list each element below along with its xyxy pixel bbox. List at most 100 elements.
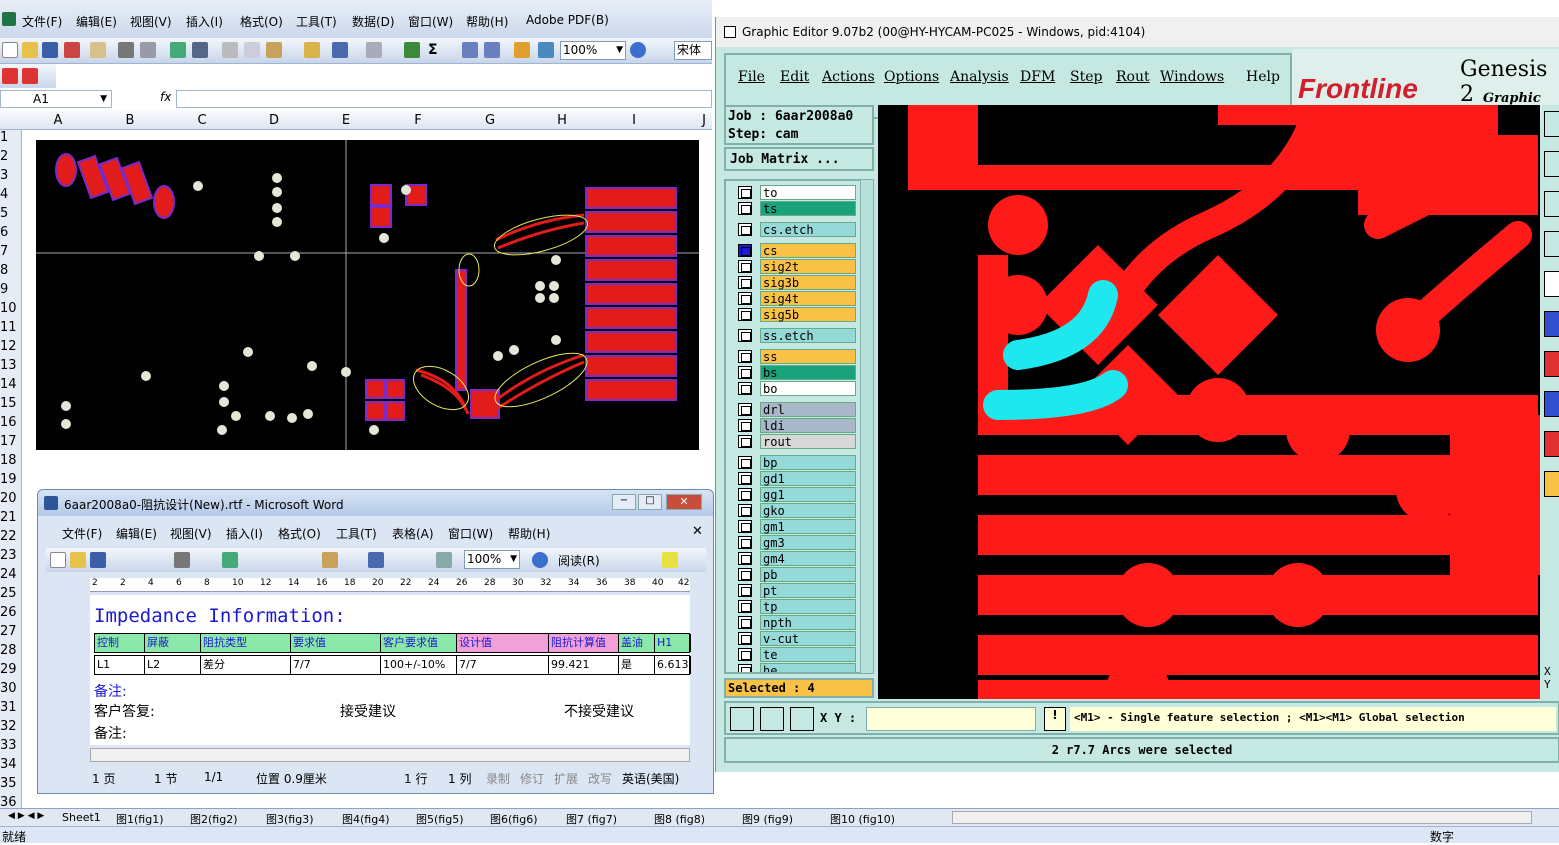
row-header[interactable]: 24 xyxy=(0,567,17,582)
tool-icon[interactable] xyxy=(1544,431,1559,457)
excel-zoom-select[interactable]: 100% ▼ xyxy=(560,41,626,60)
layer-row[interactable]: cs xyxy=(738,243,858,258)
tool-icon[interactable] xyxy=(1544,231,1559,257)
layer-name[interactable]: te xyxy=(760,647,856,662)
pcb-canvas[interactable] xyxy=(878,105,1540,699)
layer-checkbox[interactable] xyxy=(738,552,752,565)
formula-bar[interactable] xyxy=(176,90,712,108)
chart-wizard-icon[interactable] xyxy=(514,42,530,58)
row-header[interactable]: 28 xyxy=(0,643,17,658)
excel-menu-file[interactable]: 文件(F) xyxy=(22,13,62,30)
layer-checkbox[interactable] xyxy=(738,308,752,321)
layer-row[interactable]: gm3 xyxy=(738,535,858,550)
name-box[interactable]: A1 ▼ xyxy=(0,90,112,108)
layer-checkbox[interactable] xyxy=(738,329,752,342)
layer-name[interactable]: he xyxy=(760,663,856,672)
row-header[interactable]: 17 xyxy=(0,434,17,449)
row-header[interactable]: 25 xyxy=(0,586,17,601)
tool-icon[interactable] xyxy=(1544,391,1559,417)
column-header[interactable]: B xyxy=(120,113,140,128)
layer-checkbox[interactable] xyxy=(738,632,752,645)
layer-checkbox[interactable] xyxy=(738,350,752,363)
layer-checkbox[interactable] xyxy=(738,504,752,517)
layer-name[interactable]: cs.etch xyxy=(760,222,856,237)
column-header[interactable]: D xyxy=(264,113,284,128)
tool-icon[interactable] xyxy=(1544,191,1559,217)
layer-row[interactable]: ts xyxy=(738,201,858,216)
row-header[interactable]: 15 xyxy=(0,396,17,411)
undo-icon[interactable] xyxy=(368,552,384,568)
excel-menu-view[interactable]: 视图(V) xyxy=(130,13,172,30)
layer-checkbox[interactable] xyxy=(738,244,752,257)
layer-name[interactable]: bs xyxy=(760,365,856,380)
layer-checkbox[interactable] xyxy=(738,648,752,661)
tab-fig1[interactable]: 图1(fig1) xyxy=(116,811,164,827)
zoom-area-icon[interactable] xyxy=(730,707,754,731)
spelling-icon[interactable] xyxy=(222,552,238,568)
genesis-menu-file[interactable]: File xyxy=(738,69,765,85)
layer-name[interactable]: gm4 xyxy=(760,551,856,566)
layer-name[interactable]: cs xyxy=(760,243,856,258)
open-icon[interactable] xyxy=(70,552,86,568)
excel-menu-insert[interactable]: 插入(I) xyxy=(186,13,223,30)
layer-row[interactable]: sig3b xyxy=(738,275,858,290)
layer-name[interactable]: gd1 xyxy=(760,471,856,486)
layer-checkbox[interactable] xyxy=(738,456,752,469)
layer-row[interactable]: bo xyxy=(738,381,858,396)
layer-checkbox[interactable] xyxy=(738,202,752,215)
layer-checkbox[interactable] xyxy=(738,382,752,395)
row-header[interactable]: 33 xyxy=(0,738,17,753)
row-header[interactable]: 7 xyxy=(0,244,14,259)
research-icon[interactable] xyxy=(192,42,208,58)
layer-name[interactable]: gm3 xyxy=(760,535,856,550)
layer-row[interactable]: v-cut xyxy=(738,631,858,646)
copy-icon[interactable] xyxy=(244,42,260,58)
genesis-menu-options[interactable]: Options xyxy=(884,69,939,85)
close-button[interactable]: ✕ xyxy=(666,494,702,510)
layer-name[interactable]: drl xyxy=(760,402,856,417)
layer-checkbox[interactable] xyxy=(738,568,752,581)
tab-nav-icon[interactable]: ◀ ▶ ◀ ▶ xyxy=(8,811,44,821)
row-header[interactable]: 18 xyxy=(0,453,17,468)
print-preview-icon[interactable] xyxy=(140,42,156,58)
row-header[interactable]: 11 xyxy=(0,320,17,335)
sort-descending-icon[interactable] xyxy=(484,42,500,58)
layer-checkbox[interactable] xyxy=(738,472,752,485)
drawing-icon[interactable] xyxy=(538,42,554,58)
layer-checkbox[interactable] xyxy=(738,366,752,379)
autosum-icon[interactable]: Σ xyxy=(428,42,444,58)
tab-fig4[interactable]: 图4(fig4) xyxy=(342,811,390,827)
row-header[interactable]: 12 xyxy=(0,339,17,354)
row-header[interactable]: 35 xyxy=(0,776,17,791)
print-icon[interactable] xyxy=(118,42,134,58)
column-header[interactable]: C xyxy=(192,113,212,128)
cut-icon[interactable] xyxy=(222,42,238,58)
row-header[interactable]: 22 xyxy=(0,529,17,544)
column-header[interactable]: F xyxy=(408,113,428,128)
layer-name[interactable]: tp xyxy=(760,599,856,614)
save-icon[interactable] xyxy=(42,42,58,58)
layer-row[interactable]: gm1 xyxy=(738,519,858,534)
row-header[interactable]: 29 xyxy=(0,662,17,677)
layer-row[interactable]: to xyxy=(738,185,858,200)
layer-name[interactable]: npth xyxy=(760,615,856,630)
row-header[interactable]: 4 xyxy=(0,187,14,202)
genesis-menu-step[interactable]: Step xyxy=(1070,69,1102,85)
layer-row[interactable]: pt xyxy=(738,583,858,598)
tool-icon[interactable] xyxy=(1544,311,1559,337)
word-menu-edit[interactable]: 编辑(E) xyxy=(116,525,157,542)
tab-fig7[interactable]: 图7 (fig7) xyxy=(566,811,617,827)
tab-fig8[interactable]: 图8 (fig8) xyxy=(654,811,710,827)
row-header[interactable]: 10 xyxy=(0,301,17,316)
tab-fig3[interactable]: 图3(fig3) xyxy=(266,811,314,827)
tool-icon[interactable] xyxy=(1544,151,1559,177)
layer-row[interactable]: bs xyxy=(738,365,858,380)
undo-icon[interactable] xyxy=(332,42,348,58)
word-menu-file[interactable]: 文件(F) xyxy=(62,525,102,542)
save-icon[interactable] xyxy=(90,552,106,568)
word-icon[interactable] xyxy=(44,496,58,510)
layer-name[interactable]: sig3b xyxy=(760,275,856,290)
layer-checkbox[interactable] xyxy=(738,260,752,273)
row-header[interactable]: 8 xyxy=(0,263,14,278)
column-header[interactable]: A xyxy=(48,113,68,128)
